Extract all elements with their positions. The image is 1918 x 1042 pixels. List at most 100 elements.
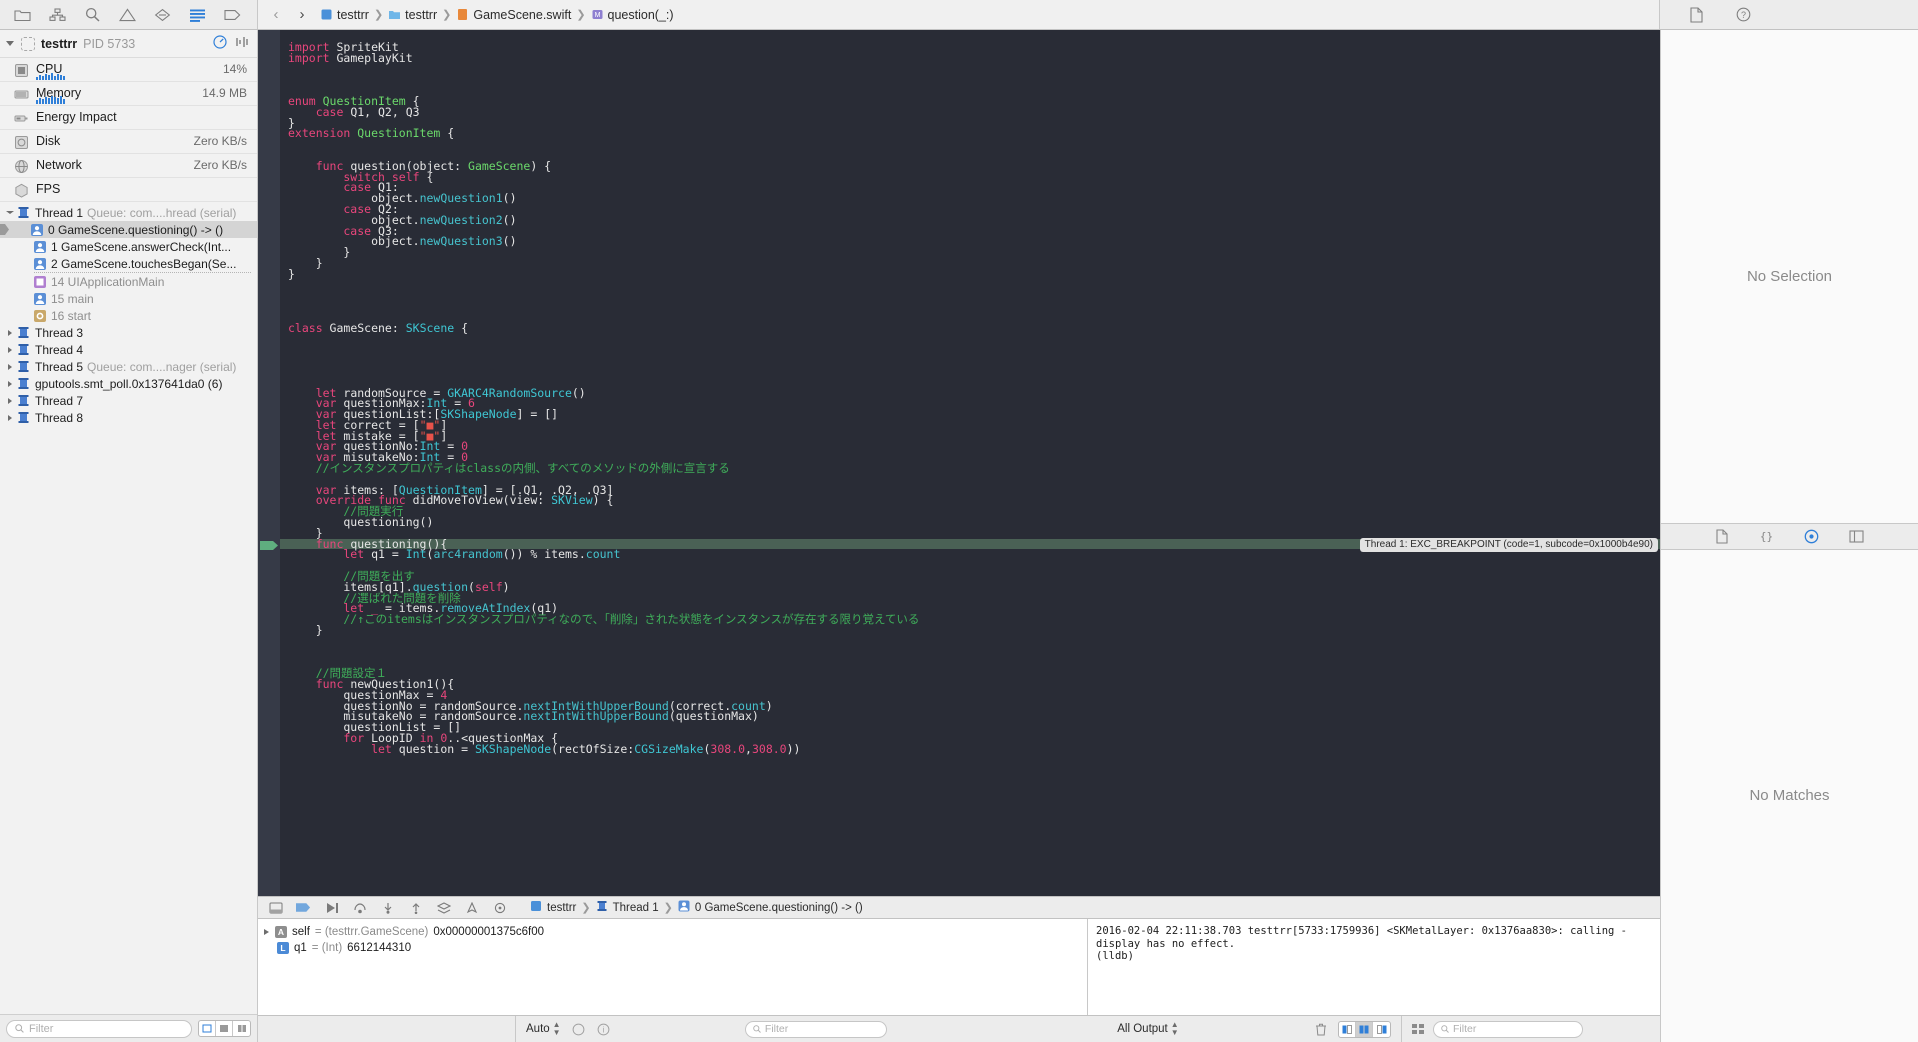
search-icon[interactable] xyxy=(84,6,101,23)
warning-icon[interactable] xyxy=(119,6,136,23)
breadcrumb-item-group[interactable]: testtrr xyxy=(388,8,437,22)
document-icon[interactable] xyxy=(1688,6,1705,23)
debug-area-layout-segments[interactable] xyxy=(1338,1020,1391,1038)
tree-row-thread-3[interactable]: Thread 3 xyxy=(0,324,257,341)
back-button[interactable]: ‹ xyxy=(268,5,284,25)
variable-row-q1[interactable]: L q1 = (Int) 6612144310 xyxy=(258,940,1087,956)
hide-debug-area-icon[interactable] xyxy=(268,901,283,915)
disclosure-triangle-icon[interactable] xyxy=(4,380,17,387)
code-line: } xyxy=(288,623,323,638)
variables-filter-input[interactable]: Filter xyxy=(744,1020,887,1038)
auto-scope-popup[interactable]: Auto ▲ ▼ xyxy=(526,1021,561,1037)
output-scope-popup[interactable]: All Output ▲ ▼ xyxy=(1117,1021,1178,1037)
tree-row-thread-8[interactable]: Thread 8 xyxy=(0,409,257,426)
tree-row-thread-7[interactable]: Thread 7 xyxy=(0,392,257,409)
step-out-icon[interactable] xyxy=(408,901,423,915)
variables-display-icon[interactable] xyxy=(571,1022,586,1036)
audio-levels-icon[interactable] xyxy=(235,36,249,51)
disclosure-triangle-icon[interactable] xyxy=(4,397,17,404)
show-both-button[interactable] xyxy=(1356,1021,1373,1037)
attributes-inspector-icon[interactable] xyxy=(1849,529,1864,543)
identity-inspector-icon[interactable] xyxy=(1804,529,1819,544)
tag-icon[interactable] xyxy=(224,6,241,23)
debug-navigator-icon[interactable] xyxy=(189,6,206,23)
utility-filter-input[interactable]: Filter xyxy=(1433,1020,1583,1038)
gauge-view-icon[interactable] xyxy=(213,35,227,52)
location-icon[interactable] xyxy=(464,901,479,915)
disclosure-triangle-icon[interactable] xyxy=(4,414,17,421)
breadcrumb-item-method[interactable]: M question(_:) xyxy=(591,8,674,22)
disclosure-triangle-icon[interactable] xyxy=(264,929,269,935)
info-icon[interactable]: i xyxy=(596,1022,611,1036)
disclosure-triangle-icon[interactable] xyxy=(4,211,17,214)
navigator-scope-segments[interactable] xyxy=(198,1020,251,1037)
gauge-row-memory[interactable]: Memory 14.9 MB xyxy=(0,82,257,106)
exception-badge[interactable]: Thread 1: EXC_BREAKPOINT (code=1, subcod… xyxy=(1359,537,1658,552)
breadcrumb-separator: ❯ xyxy=(576,9,586,21)
tree-row-frame-0[interactable]: 0 GameScene.questioning() -> () xyxy=(0,221,257,238)
hierarchy-icon[interactable] xyxy=(49,6,66,23)
gauge-row-cpu[interactable]: CPU 14% xyxy=(0,58,257,82)
tree-row-thread-4[interactable]: Thread 4 xyxy=(0,341,257,358)
show-variables-only-button[interactable] xyxy=(1339,1021,1356,1037)
grid-view-icon[interactable] xyxy=(1410,1022,1425,1036)
disclosure-triangle-icon[interactable] xyxy=(4,346,17,353)
gauge-row-energy[interactable]: Energy Impact xyxy=(0,106,257,130)
navigator-filter-input[interactable]: Filter xyxy=(6,1019,192,1038)
scope-all-button[interactable] xyxy=(199,1021,216,1036)
quick-help-icon[interactable]: {} xyxy=(1759,529,1774,543)
variable-row-self[interactable]: A self = (testtrr.GameScene) 0x000000013… xyxy=(258,924,1087,940)
gauge-row-fps[interactable]: FPS xyxy=(0,178,257,202)
gauge-row-network[interactable]: Network Zero KB/s xyxy=(0,154,257,178)
continue-icon[interactable] xyxy=(324,901,339,915)
navigator-scroll[interactable]: testtrr PID 5733 CPU 14% Memory 14.9 MB … xyxy=(0,30,257,1014)
tree-row-frame-2[interactable]: 2 GameScene.touchesBegan(Se... xyxy=(0,255,257,272)
disclosure-triangle-icon[interactable] xyxy=(4,363,17,370)
tree-row-frame-1[interactable]: 1 GameScene.answerCheck(Int... xyxy=(0,238,257,255)
disclosure-triangle-icon[interactable] xyxy=(4,329,17,336)
process-header[interactable]: testtrr PID 5733 xyxy=(0,30,257,58)
inspector-no-selection: No Selection xyxy=(1661,30,1918,524)
memory-graph-icon[interactable] xyxy=(492,901,507,915)
scope-running-button[interactable] xyxy=(216,1021,233,1036)
breakpoint-icon[interactable] xyxy=(154,6,171,23)
chevron-updown-icon: ▲ ▼ xyxy=(1170,1020,1179,1037)
show-console-only-button[interactable] xyxy=(1373,1022,1390,1037)
tree-row-label: Thread 4 xyxy=(35,342,84,357)
tree-row-queue: Queue: com....nager (serial) xyxy=(87,359,237,374)
tree-row-frame-15[interactable]: 15 main xyxy=(0,290,257,307)
source-code[interactable]: import SpriteKit import GameplayKit enum … xyxy=(280,30,1660,896)
debug-crumb-label[interactable]: 0 GameScene.questioning() -> () xyxy=(695,902,863,914)
editor-gutter[interactable] xyxy=(258,30,280,896)
code-line: misutakeNo = randomSource.nextIntWithUpp… xyxy=(288,709,759,724)
tree-row-thread-1[interactable]: Thread 1 Queue: com....hread (serial) xyxy=(0,204,257,221)
disclosure-triangle-icon[interactable] xyxy=(6,41,14,46)
variables-view[interactable]: A self = (testtrr.GameScene) 0x000000013… xyxy=(258,919,1088,1015)
clear-console-icon[interactable] xyxy=(1313,1022,1328,1036)
tree-row-frame-14[interactable]: 14 UIApplicationMain xyxy=(0,273,257,290)
console-output[interactable]: 2016-02-04 22:11:38.703 testtrr[5733:175… xyxy=(1088,919,1660,1015)
tree-row-thread-5[interactable]: Thread 5 Queue: com....nager (serial) xyxy=(0,358,257,375)
breadcrumb-item-project[interactable]: testtrr xyxy=(320,8,369,22)
file-inspector-icon[interactable] xyxy=(1715,528,1729,544)
variable-kind-badge: L xyxy=(277,942,289,954)
gauge-row-disk[interactable]: Disk Zero KB/s xyxy=(0,130,257,154)
breadcrumb-item-file[interactable]: GameScene.swift xyxy=(456,8,571,22)
tree-row-frame-16[interactable]: 16 start xyxy=(0,307,257,324)
status-right: Filter xyxy=(1402,1016,1660,1042)
memory-sparkline xyxy=(36,96,65,104)
gauge-label: Network xyxy=(36,158,82,172)
forward-button[interactable]: › xyxy=(294,5,310,25)
breakpoints-icon[interactable] xyxy=(296,901,311,915)
view-hierarchy-icon[interactable] xyxy=(436,901,451,915)
debug-crumb-label[interactable]: testtrr xyxy=(547,902,576,914)
source-editor[interactable]: import SpriteKit import GameplayKit enum … xyxy=(258,30,1660,896)
debug-crumb-label[interactable]: Thread 1 xyxy=(613,902,659,914)
help-icon[interactable]: ? xyxy=(1735,6,1752,23)
search-icon xyxy=(15,1024,24,1033)
step-into-icon[interactable] xyxy=(380,901,395,915)
folder-icon[interactable] xyxy=(14,6,31,23)
tree-row-thread-gputools[interactable]: gputools.smt_poll.0x137641da0 (6) xyxy=(0,375,257,392)
scope-queues-button[interactable] xyxy=(233,1021,250,1036)
step-over-icon[interactable] xyxy=(352,901,367,915)
